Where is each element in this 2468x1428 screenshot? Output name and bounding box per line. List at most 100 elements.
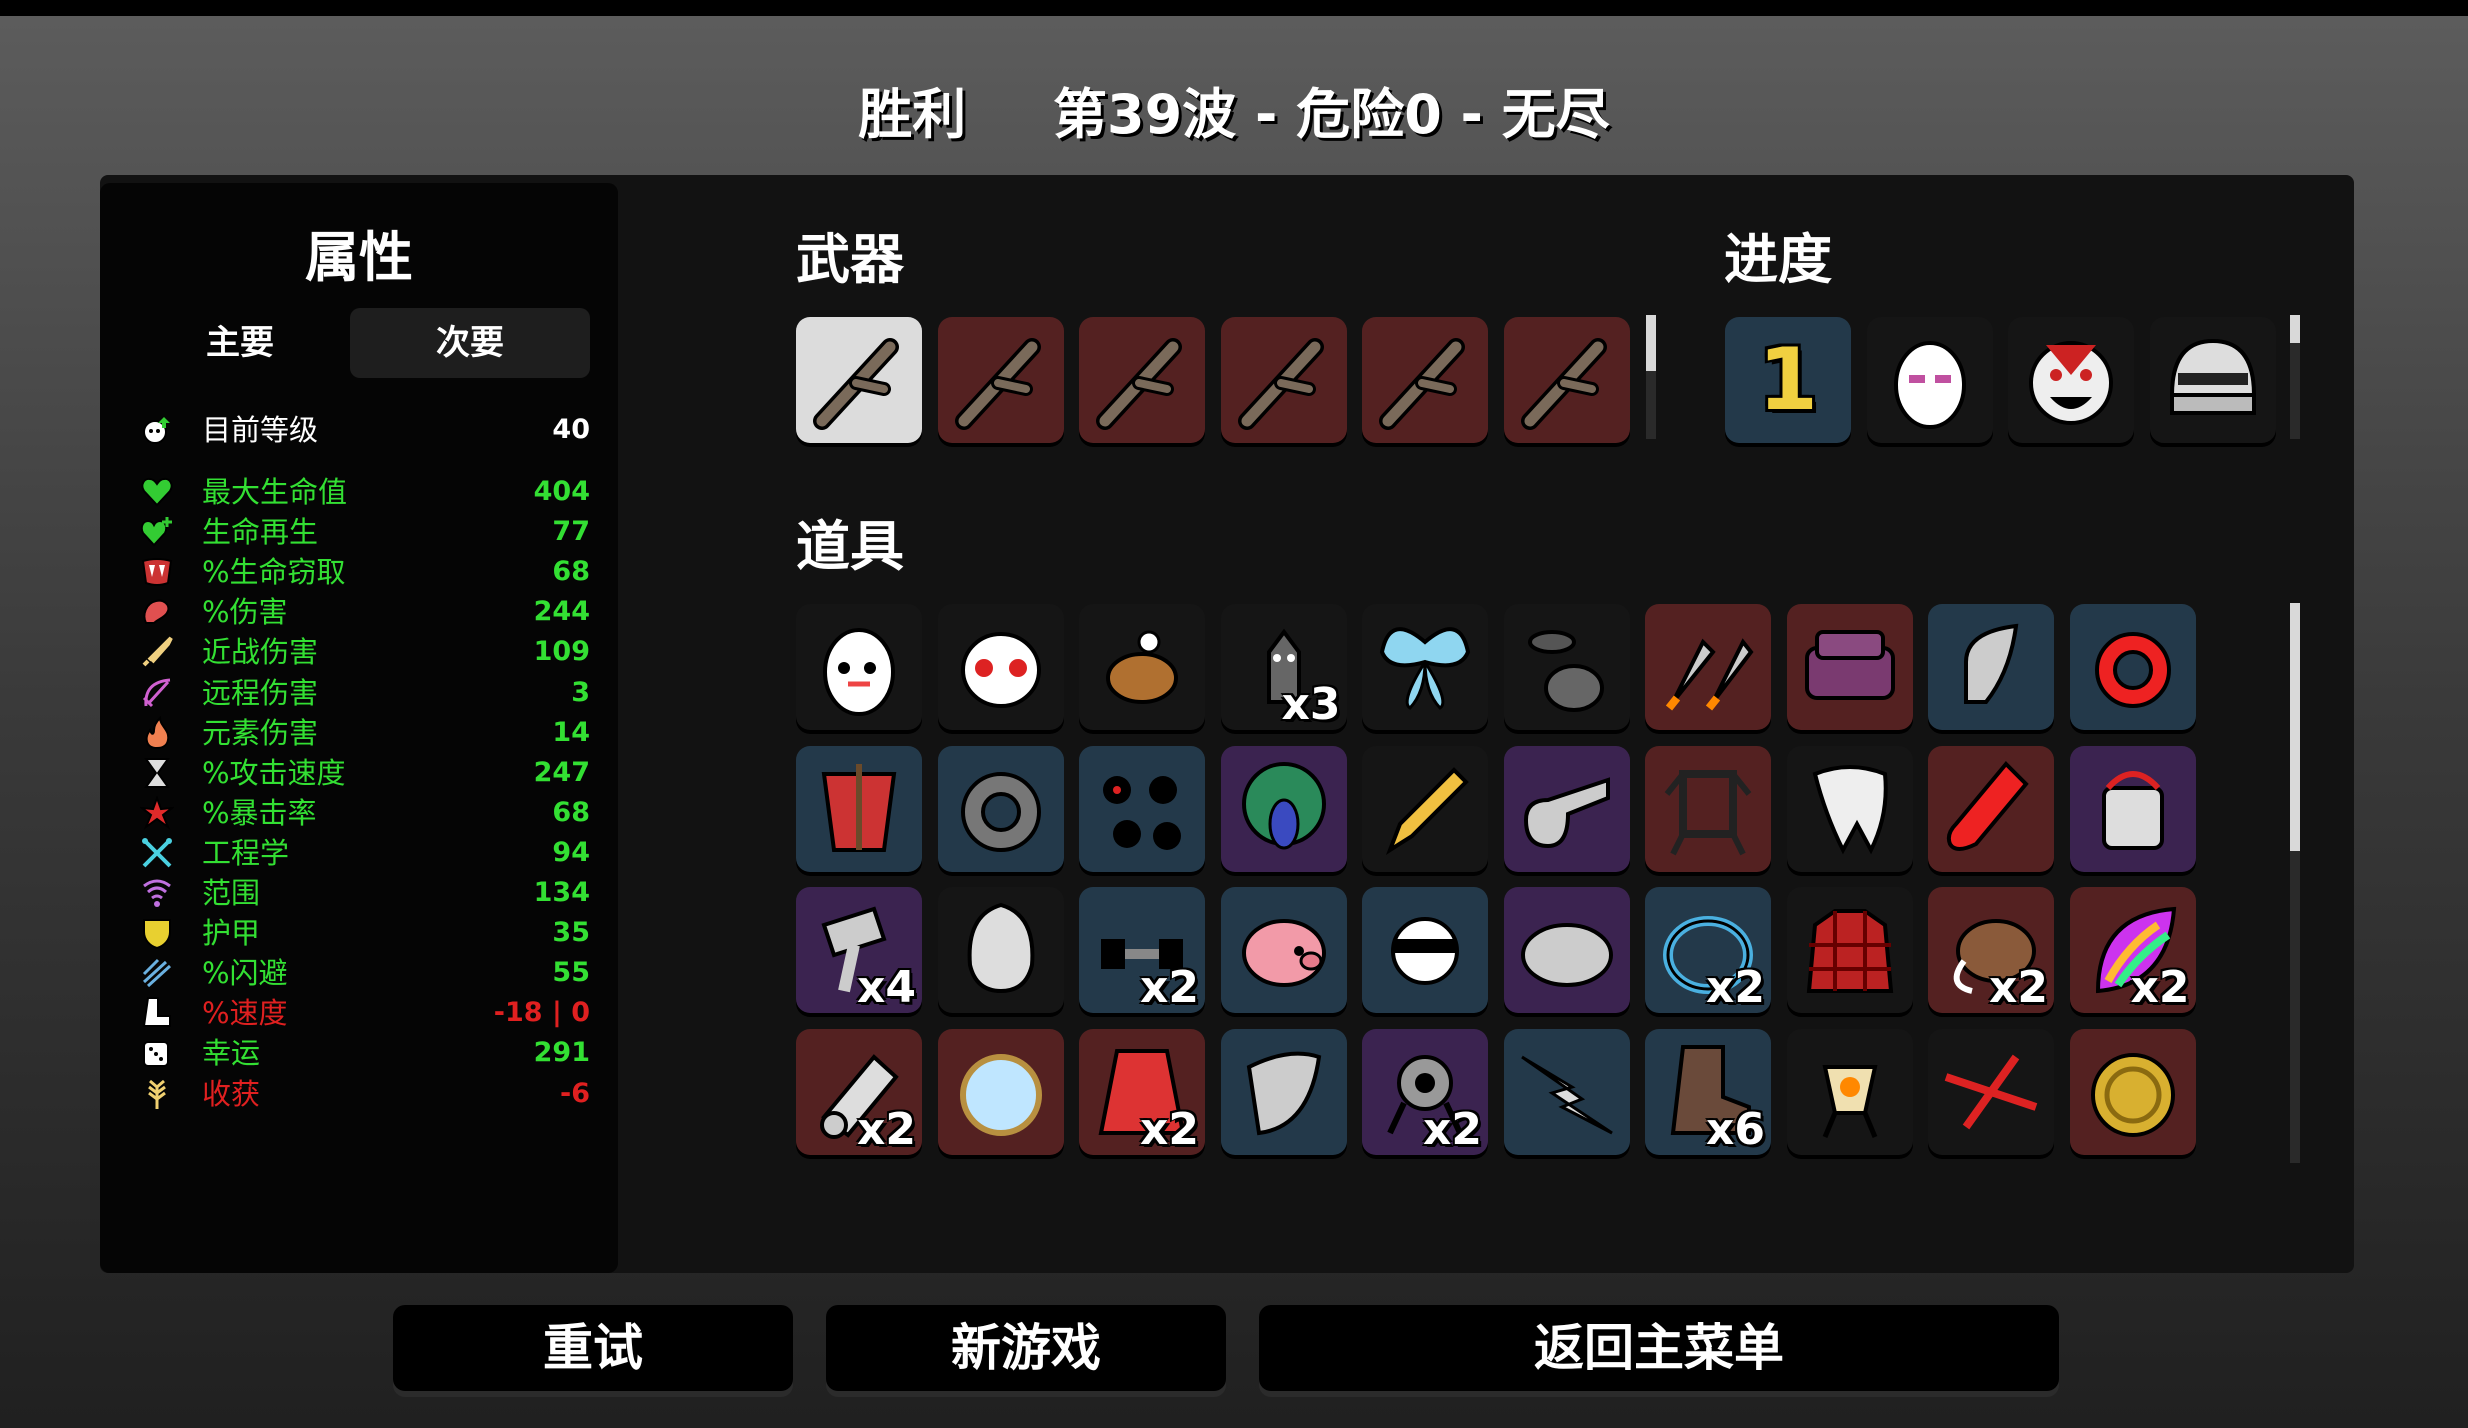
ghost-mask-icon bbox=[960, 632, 1041, 708]
weapon-slot[interactable] bbox=[1079, 317, 1205, 443]
plaid-shirt-icon bbox=[1806, 909, 1893, 993]
flame-icon bbox=[145, 715, 170, 749]
weapons-title: 武器 bbox=[796, 228, 904, 291]
weapons-scroll-thumb[interactable] bbox=[1646, 315, 1656, 371]
item-slot[interactable]: x2 bbox=[1362, 1028, 1488, 1155]
item-slot[interactable] bbox=[937, 604, 1064, 730]
items-scrollbar[interactable] bbox=[2290, 603, 2300, 1163]
item-slot[interactable]: x3 bbox=[1220, 604, 1347, 730]
stats-title: 属性 bbox=[305, 226, 413, 289]
boot-icon bbox=[142, 997, 171, 1028]
lamp-icon bbox=[1822, 1064, 1877, 1138]
item-slot[interactable] bbox=[1362, 887, 1488, 1013]
stick-icon bbox=[813, 338, 899, 430]
weapon-slot[interactable] bbox=[1220, 317, 1347, 443]
progress-title: 进度 bbox=[1724, 228, 1832, 291]
item-slot[interactable]: x2 bbox=[1079, 1028, 1205, 1155]
item-slot[interactable]: x2 bbox=[796, 1028, 922, 1155]
item-slot[interactable] bbox=[1220, 887, 1347, 1013]
boss-mask-icon bbox=[2029, 341, 2113, 425]
item-slot[interactable] bbox=[2069, 745, 2196, 872]
stat-row: %生命窃取 68 bbox=[140, 553, 590, 591]
item-slot[interactable] bbox=[1645, 745, 1771, 872]
stat-label: %闪避 bbox=[202, 956, 288, 991]
items-scroll-thumb[interactable] bbox=[2290, 603, 2300, 851]
item-slot[interactable] bbox=[2069, 604, 2196, 730]
item-slot[interactable] bbox=[1786, 1028, 1913, 1155]
shield-icon bbox=[143, 919, 171, 950]
stat-value: 68 bbox=[552, 796, 590, 828]
item-slot[interactable]: x2 bbox=[2069, 887, 2196, 1013]
item-slot[interactable] bbox=[1503, 745, 1630, 872]
item-slot[interactable] bbox=[1928, 745, 2054, 872]
stat-value: 291 bbox=[533, 1037, 590, 1069]
progress-scrollbar[interactable] bbox=[2290, 315, 2300, 439]
item-slot[interactable] bbox=[1362, 745, 1488, 872]
ninja-icon bbox=[1391, 917, 1459, 985]
stat-row: %闪避 55 bbox=[140, 954, 590, 992]
stat-value: 94 bbox=[552, 836, 590, 868]
item-slot[interactable] bbox=[937, 1028, 1064, 1155]
item-slot[interactable] bbox=[2069, 1028, 2196, 1155]
item-slot[interactable] bbox=[796, 745, 922, 872]
weapon-slot[interactable] bbox=[1503, 317, 1630, 443]
item-slot[interactable] bbox=[1220, 1028, 1347, 1155]
stat-label: %伤害 bbox=[202, 595, 288, 630]
progress-slot[interactable]: 1 bbox=[1725, 317, 1851, 443]
stat-value: 14 bbox=[552, 716, 590, 748]
item-slot[interactable]: x2 bbox=[1645, 887, 1771, 1013]
vampire-teeth-icon bbox=[141, 558, 173, 587]
weapons-scrollbar[interactable] bbox=[1646, 315, 1656, 439]
sword-icon bbox=[142, 636, 173, 667]
progress-slot[interactable] bbox=[1866, 317, 1993, 443]
item-count: x2 bbox=[2130, 962, 2190, 1013]
stick-icon bbox=[1096, 338, 1182, 430]
stat-value: -6 bbox=[560, 1077, 590, 1109]
item-slot[interactable] bbox=[937, 887, 1064, 1013]
item-slot[interactable]: x2 bbox=[1079, 887, 1205, 1013]
item-slot[interactable] bbox=[1645, 604, 1771, 730]
item-slot[interactable] bbox=[1503, 604, 1630, 730]
weapon-slot[interactable] bbox=[1362, 317, 1488, 443]
item-slot[interactable] bbox=[1786, 887, 1913, 1013]
item-slot[interactable]: x2 bbox=[1928, 887, 2054, 1013]
item-slot[interactable] bbox=[1220, 745, 1347, 872]
item-slot[interactable] bbox=[1786, 745, 1913, 872]
item-slot[interactable] bbox=[1928, 1028, 2054, 1155]
item-slot[interactable] bbox=[1362, 604, 1488, 730]
item-slot[interactable] bbox=[937, 745, 1064, 872]
weapon-slot[interactable] bbox=[796, 317, 922, 443]
item-slot[interactable]: x6 bbox=[1645, 1028, 1771, 1155]
stick-icon bbox=[1237, 338, 1324, 430]
item-slot[interactable] bbox=[1786, 604, 1913, 730]
item-slot[interactable] bbox=[796, 604, 922, 730]
stat-label: 工程学 bbox=[202, 835, 290, 870]
helmet-icon bbox=[2169, 338, 2256, 415]
retry-button[interactable]: 重试 bbox=[393, 1305, 793, 1391]
progress-scroll-thumb[interactable] bbox=[2290, 315, 2300, 343]
item-slot[interactable] bbox=[1503, 1028, 1630, 1155]
item-slot[interactable] bbox=[1503, 887, 1630, 1013]
stat-label: 护甲 bbox=[202, 916, 261, 951]
item-slot[interactable] bbox=[1079, 745, 1205, 872]
blade-guard-icon bbox=[1246, 1051, 1321, 1135]
new-game-button[interactable]: 新游戏 bbox=[826, 1305, 1226, 1391]
muscle-icon bbox=[143, 599, 170, 625]
stat-row: 最大生命值 404 bbox=[140, 473, 590, 511]
stat-label: 远程伤害 bbox=[202, 675, 319, 710]
stat-row: 护甲 35 bbox=[140, 914, 590, 952]
weapon-slot[interactable] bbox=[937, 317, 1064, 443]
item-count: x4 bbox=[857, 962, 916, 1013]
tab-secondary[interactable]: 次要 bbox=[350, 308, 590, 378]
item-count: x6 bbox=[1706, 1103, 1765, 1155]
tab-primary[interactable]: 主要 bbox=[140, 308, 340, 378]
progress-slot[interactable] bbox=[2149, 317, 2276, 443]
item-slot[interactable] bbox=[1928, 604, 2054, 730]
main-menu-button[interactable]: 返回主菜单 bbox=[1259, 1305, 2059, 1391]
item-slot[interactable]: x4 bbox=[796, 887, 922, 1013]
butterfly-icon bbox=[1379, 627, 1471, 710]
stat-value: 55 bbox=[552, 957, 590, 989]
progress-slot[interactable] bbox=[2008, 317, 2134, 443]
stat-label: 收获 bbox=[202, 1076, 261, 1111]
item-slot[interactable] bbox=[1079, 604, 1205, 730]
